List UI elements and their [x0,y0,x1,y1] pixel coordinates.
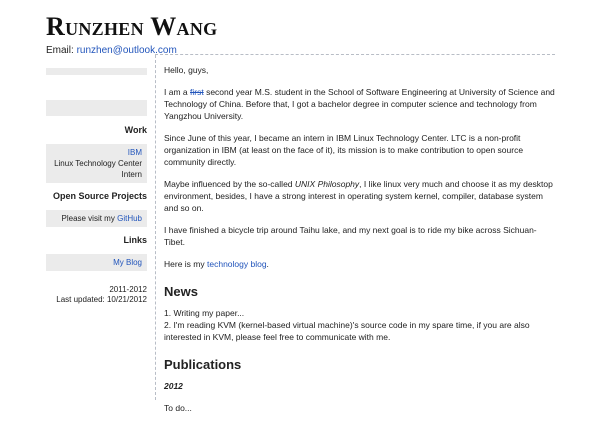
work-heading: Work [124,125,147,135]
bicycle-paragraph: I have finished a bicycle trip around Ta… [164,225,537,247]
site-title: Runzhen Wang [46,12,218,41]
email-label: Email: [46,45,74,56]
intro-paragraph: I am a first second year M.S. student in… [164,86,556,122]
struck-word: first [190,87,204,97]
last-updated: Last updated: 10/21/2012 [56,295,147,304]
projects-heading: Open Source Projects [52,191,147,201]
technology-blog-link[interactable]: technology blog [207,259,267,269]
header-divider [155,54,555,55]
blog-paragraph: Here is my technology blog. [164,258,556,270]
email-line: Email: runzhen@outlook.com [46,44,556,57]
intro-text-start: I am a [164,87,188,97]
sidebar-top-bar [46,68,147,75]
copyright-years: 2011-2012 [109,285,147,294]
my-blog-link[interactable]: My Blog [113,258,142,267]
work-box: IBM Linux Technology Center Intern [46,144,147,183]
work-role: Intern [121,170,142,179]
links-heading: Links [123,235,147,245]
column-divider [155,55,156,400]
sidebar-footer: 2011-2012 Last updated: 10/21/2012 [46,285,147,305]
links-box: My Blog [46,254,147,271]
publications-heading: Publications [164,357,242,372]
site-header: Runzhen Wang Email: runzhen@outlook.com [46,12,556,57]
projects-text: Please visit my [61,214,115,223]
sidebar-empty-box [46,100,147,116]
philosophy-text-start: Maybe influenced by the so-called [164,179,293,189]
blog-text-end: . [266,259,269,269]
news-list: 1. Writing my paper... 2. I'm reading KV… [164,307,556,343]
sidebar: Work IBM Linux Technology Center Intern … [46,68,147,305]
greeting: Hello, guys, [164,65,209,75]
news-item: 2. I'm reading KVM (kernel-based virtual… [164,320,530,342]
internship-paragraph: Since June of this year, I became an int… [164,133,524,167]
unix-philosophy-term: UNIX Philosophy [294,179,360,189]
main-content: Hello, guys, I am a first second year M.… [164,64,556,424]
blog-text-start: Here is my [164,259,205,269]
philosophy-paragraph: Maybe influenced by the so-called UNIX P… [164,178,556,214]
publication-year: 2012 [164,381,183,391]
news-heading: News [164,284,198,299]
publications-todo: To do... [164,403,192,413]
intro-text-rest: second year M.S. student in the School o… [164,87,555,121]
github-link[interactable]: GitHub [117,214,142,223]
news-item: 1. Writing my paper... [164,308,245,318]
ibm-link[interactable]: IBM [128,148,142,157]
projects-box: Please visit my GitHub [46,210,147,227]
work-department: Linux Technology Center [54,159,142,168]
